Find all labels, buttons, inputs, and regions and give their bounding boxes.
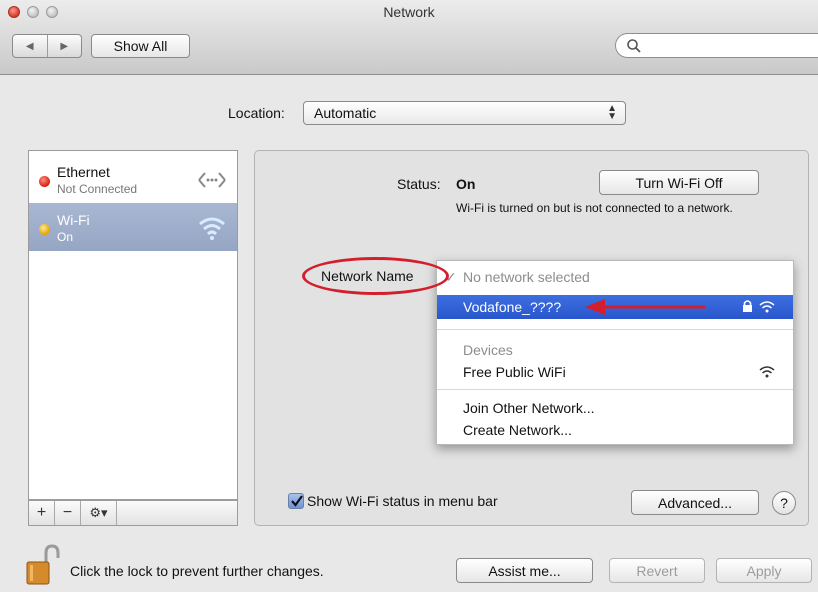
location-label: Location: [228,105,285,121]
menu-item-label: No network selected [463,269,590,285]
ethernet-icon [198,172,226,188]
menu-item-label: Vodafone_???? [463,299,562,315]
lock-message: Click the lock to prevent further change… [70,563,324,579]
status-dot-yellow [39,224,50,235]
menu-item-device-free-public-wifi[interactable]: Free Public WiFi [437,360,793,384]
service-list-controls: + − ⚙▾ [28,500,238,526]
service-name: Ethernet [57,164,110,180]
remove-service-button[interactable]: − [55,501,81,525]
show-wifi-status-checkbox[interactable] [288,493,304,509]
status-description: Wi-Fi is turned on but is not connected … [456,201,733,215]
wifi-signal-icon [759,366,775,378]
menu-separator [437,389,793,390]
location-select[interactable]: Automatic ▲ ▼ [303,101,626,125]
service-item-ethernet[interactable]: Ethernet Not Connected [29,155,237,203]
help-button[interactable]: ? [772,491,796,515]
wifi-icon [199,217,225,240]
status-value: On [456,176,476,192]
back-forward-control: ◀ ▶ [12,34,82,58]
status-dot-red [39,176,50,187]
service-status: On [57,230,74,244]
search-field[interactable] [615,33,818,58]
back-arrow-icon[interactable]: ◀ [13,35,48,57]
advanced-button[interactable]: Advanced... [631,490,759,515]
service-status: Not Connected [57,182,138,196]
gear-menu-icon[interactable]: ⚙▾ [81,501,117,525]
window-toolbar: Network ◀ ▶ Show All [0,0,818,75]
status-label: Status: [397,176,441,192]
menu-item-label: Free Public WiFi [463,364,566,380]
menu-item-create-network[interactable]: Create Network... [437,418,793,442]
annotation-ellipse [302,257,449,295]
show-wifi-status-label: Show Wi-Fi status in menu bar [307,493,498,509]
menu-item-network-vodafone[interactable]: Vodafone_???? [437,295,793,319]
service-name: Wi-Fi [57,212,90,228]
assist-me-button[interactable]: Assist me... [456,558,593,583]
revert-button[interactable]: Revert [609,558,705,583]
turn-wifi-off-button[interactable]: Turn Wi-Fi Off [599,170,759,195]
service-item-wifi[interactable]: Wi-Fi On [29,203,237,251]
checkmark-icon [291,495,303,507]
network-menu: ✓ No network selected Vodafone_???? Devi… [436,260,794,445]
window-title: Network [383,4,435,20]
menu-separator [437,329,793,330]
select-arrows-icon: ▲ ▼ [607,103,617,122]
apply-button[interactable]: Apply [716,558,812,583]
service-list: Ethernet Not Connected Wi-Fi On [28,150,238,500]
add-service-button[interactable]: + [29,501,55,525]
menu-item-no-network[interactable]: ✓ No network selected [437,265,793,289]
search-icon [627,39,641,53]
show-all-button[interactable]: Show All [91,34,190,58]
menu-header-devices: Devices [463,342,513,358]
forward-arrow-icon[interactable]: ▶ [48,35,82,57]
lock-icon [743,300,752,312]
location-value: Automatic [314,105,377,121]
padlock-icon[interactable] [24,544,62,588]
menu-item-join-other[interactable]: Join Other Network... [437,396,793,420]
wifi-signal-icon [759,301,775,313]
